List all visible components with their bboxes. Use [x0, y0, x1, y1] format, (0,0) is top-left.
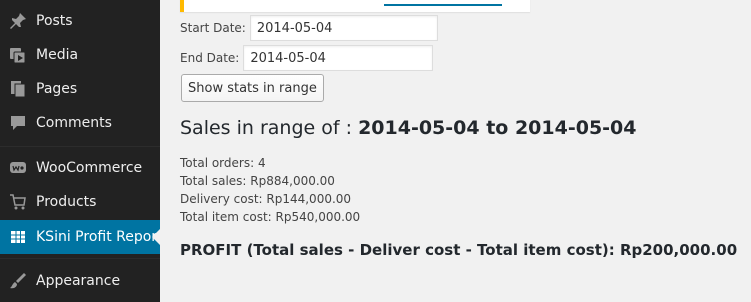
- total-sales: Total sales: Rp884,000.00: [180, 174, 335, 188]
- sidebar-item-appearance[interactable]: Appearance: [0, 264, 160, 298]
- show-stats-button[interactable]: Show stats in range: [181, 74, 324, 102]
- notice-link[interactable]: [384, 4, 502, 6]
- profit-summary: PROFIT (Total sales - Deliver cost - Tot…: [180, 241, 738, 259]
- pin-icon: [0, 12, 36, 30]
- menu-separator: [0, 146, 160, 147]
- sidebar-item-label: Products: [36, 194, 97, 210]
- sidebar-item-pages[interactable]: Pages: [0, 72, 160, 106]
- comment-icon: [0, 114, 36, 132]
- woo-icon: [0, 159, 36, 177]
- stats-list: Total orders: 4 Total sales: Rp884,000.0…: [180, 154, 360, 226]
- sidebar-item-label: Media: [36, 47, 79, 63]
- end-date-input[interactable]: [243, 45, 434, 71]
- cart-icon: [0, 193, 36, 211]
- total-item-cost: Total item cost: Rp540,000.00: [180, 210, 361, 224]
- menu-separator: [0, 258, 160, 259]
- sidebar-item-ksini-profit-report[interactable]: KSini Profit Report: [0, 220, 160, 254]
- total-orders: Total orders: 4: [180, 156, 266, 170]
- sidebar-item-products[interactable]: Products: [0, 185, 160, 219]
- delivery-cost: Delivery cost: Rp144,000.00: [180, 192, 352, 206]
- sidebar-item-comments[interactable]: Comments: [0, 106, 160, 140]
- admin-notice: [180, 0, 530, 12]
- pages-icon: [0, 80, 36, 98]
- sidebar-item-label: Appearance: [36, 273, 121, 289]
- results-heading-prefix: Sales in range of :: [180, 117, 359, 139]
- results-heading-range: 2014-05-04 to 2014-05-04: [358, 117, 637, 139]
- sidebar-item-label: WooCommerce: [36, 160, 143, 176]
- start-date-label: Start Date:: [180, 21, 246, 35]
- wp-admin-screen: Posts Media Pages Comments WooCommerce P…: [0, 0, 751, 302]
- sidebar-item-woocommerce[interactable]: WooCommerce: [0, 151, 160, 185]
- results-heading: Sales in range of : 2014-05-04 to 2014-0…: [180, 117, 637, 139]
- media-icon: [0, 46, 36, 64]
- end-date-row: End Date:: [180, 45, 434, 71]
- sidebar-item-label: KSini Profit Report: [36, 229, 160, 245]
- sidebar-item-label: Comments: [36, 115, 112, 131]
- table-icon: [0, 228, 36, 246]
- start-date-row: Start Date:: [180, 15, 438, 41]
- brush-icon: [0, 272, 36, 290]
- admin-sidebar: Posts Media Pages Comments WooCommerce P…: [0, 0, 160, 302]
- end-date-label: End Date:: [180, 51, 240, 65]
- start-date-input[interactable]: [249, 15, 438, 41]
- sidebar-item-label: Pages: [36, 81, 78, 97]
- sidebar-item-media[interactable]: Media: [0, 38, 160, 72]
- sidebar-item-label: Posts: [36, 13, 73, 29]
- sidebar-item-posts[interactable]: Posts: [0, 4, 160, 38]
